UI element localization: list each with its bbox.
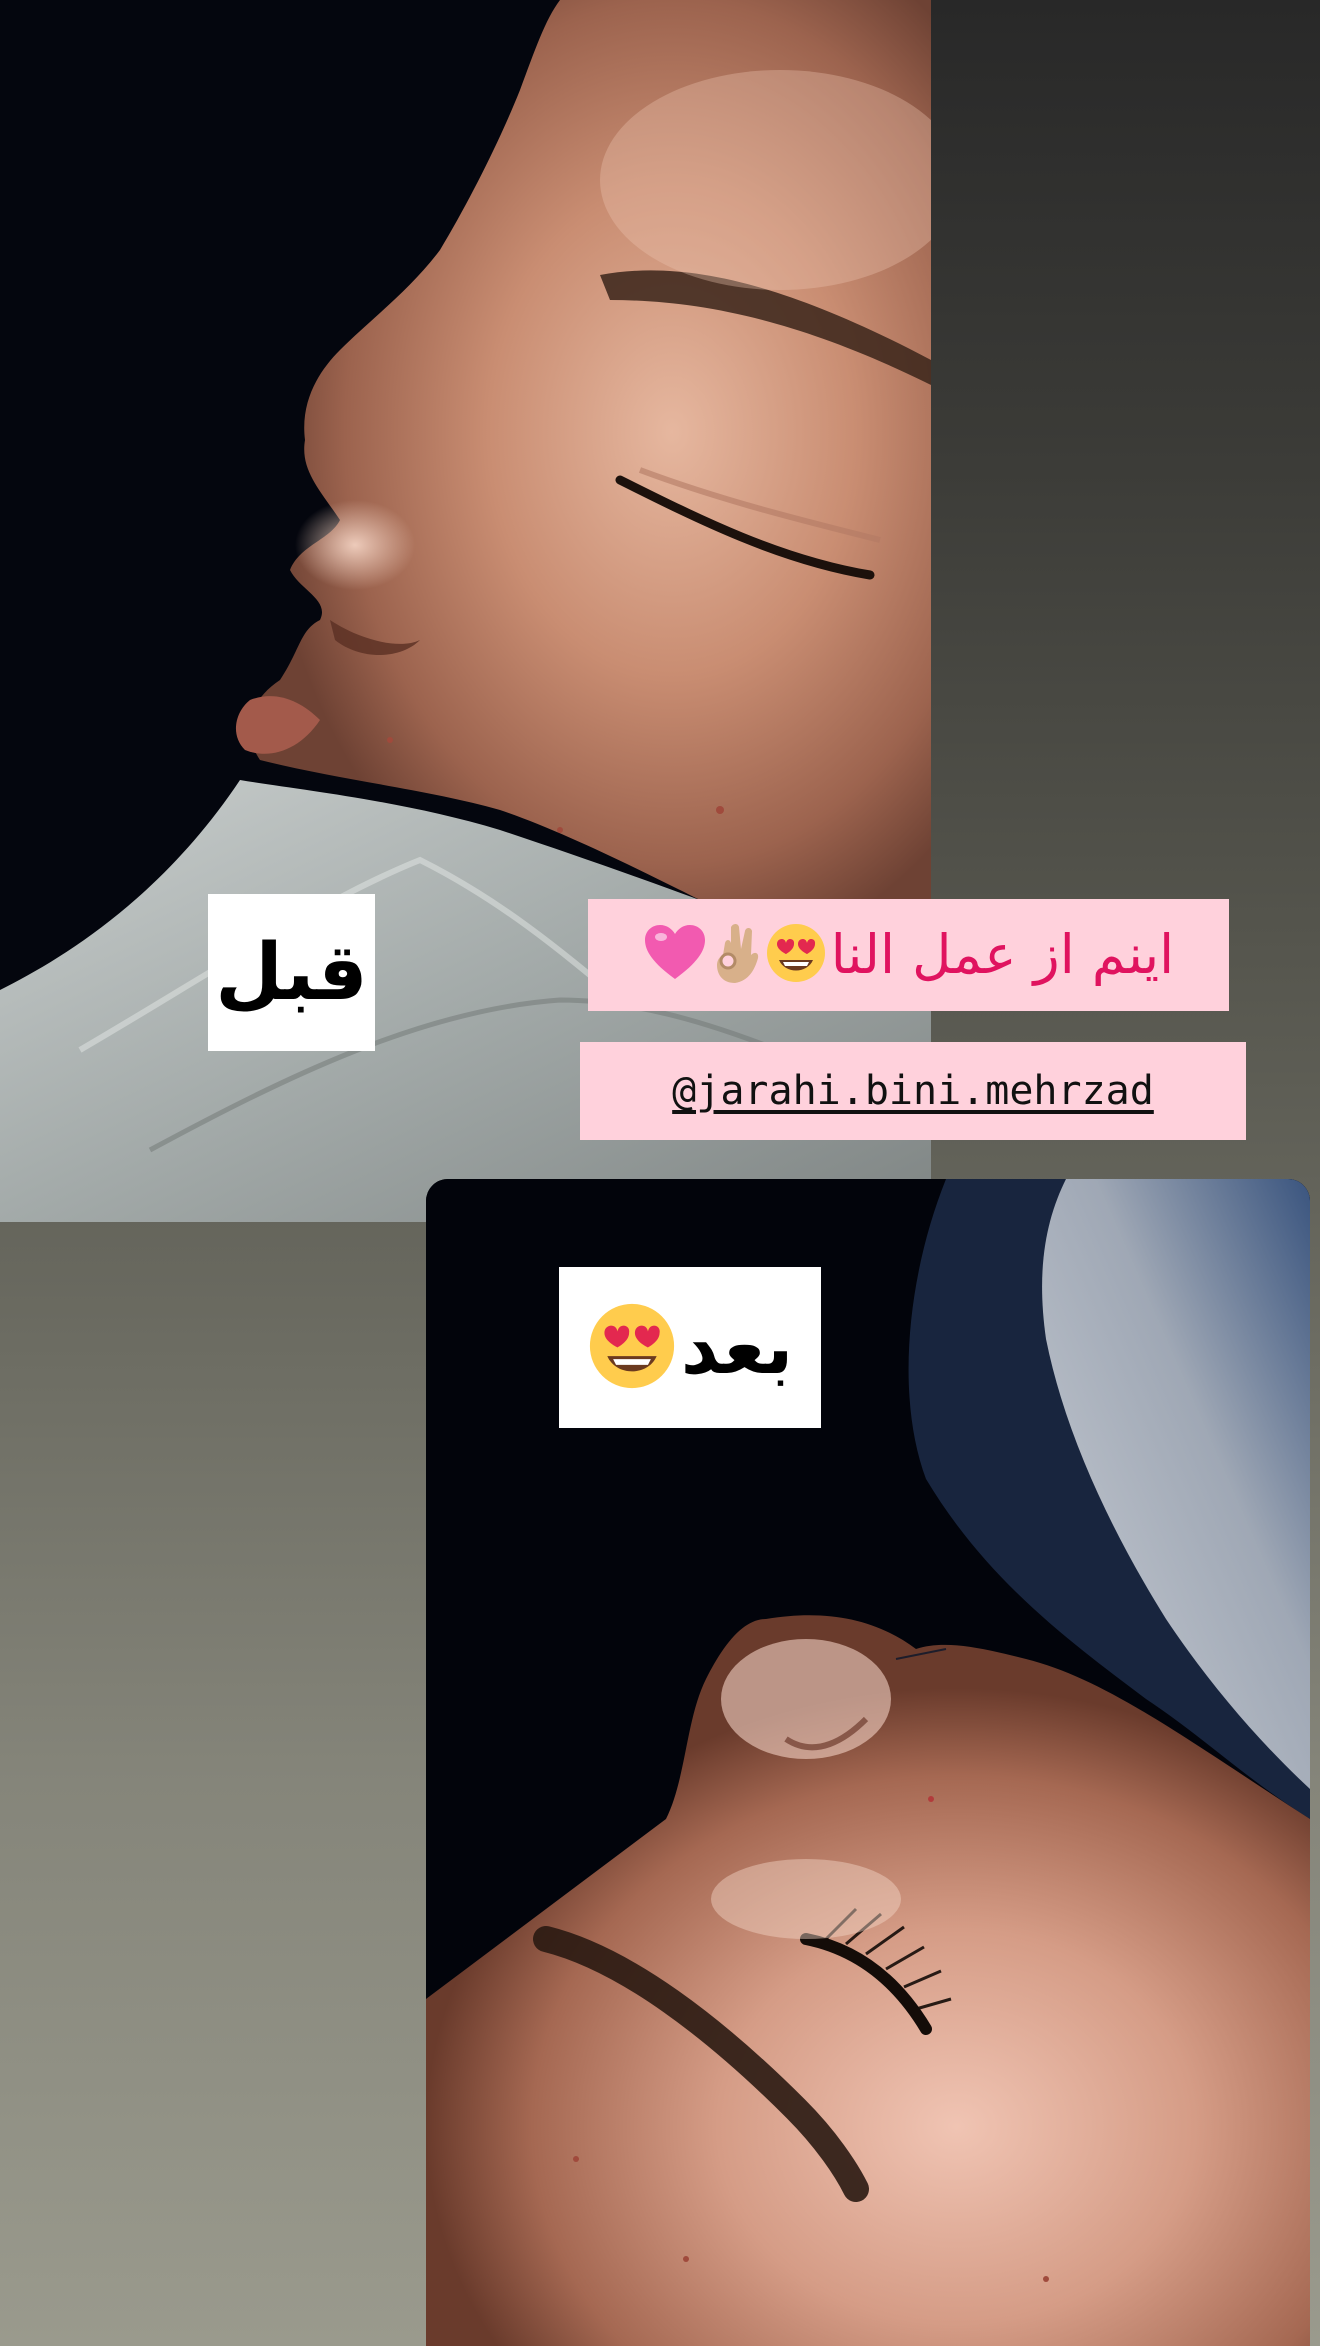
caption-box: اینم از عمل النا — [588, 899, 1229, 1011]
after-label: بعد — [680, 1304, 794, 1391]
before-label: قبل — [215, 927, 368, 1018]
pink-heart-icon — [643, 923, 707, 987]
after-label-box: بعد — [559, 1267, 821, 1428]
ok-hand-icon — [711, 921, 761, 989]
heart-eyes-emoji-icon — [587, 1301, 677, 1395]
before-label-box: قبل — [208, 894, 375, 1051]
account-mention-link[interactable]: @jarahi.bini.mehrzad — [672, 1068, 1154, 1114]
heart-eyes-emoji-icon — [765, 922, 827, 988]
caption-text: اینم از عمل النا — [830, 923, 1175, 986]
handle-box[interactable]: @jarahi.bini.mehrzad — [580, 1042, 1246, 1140]
before-photo — [0, 0, 931, 1222]
